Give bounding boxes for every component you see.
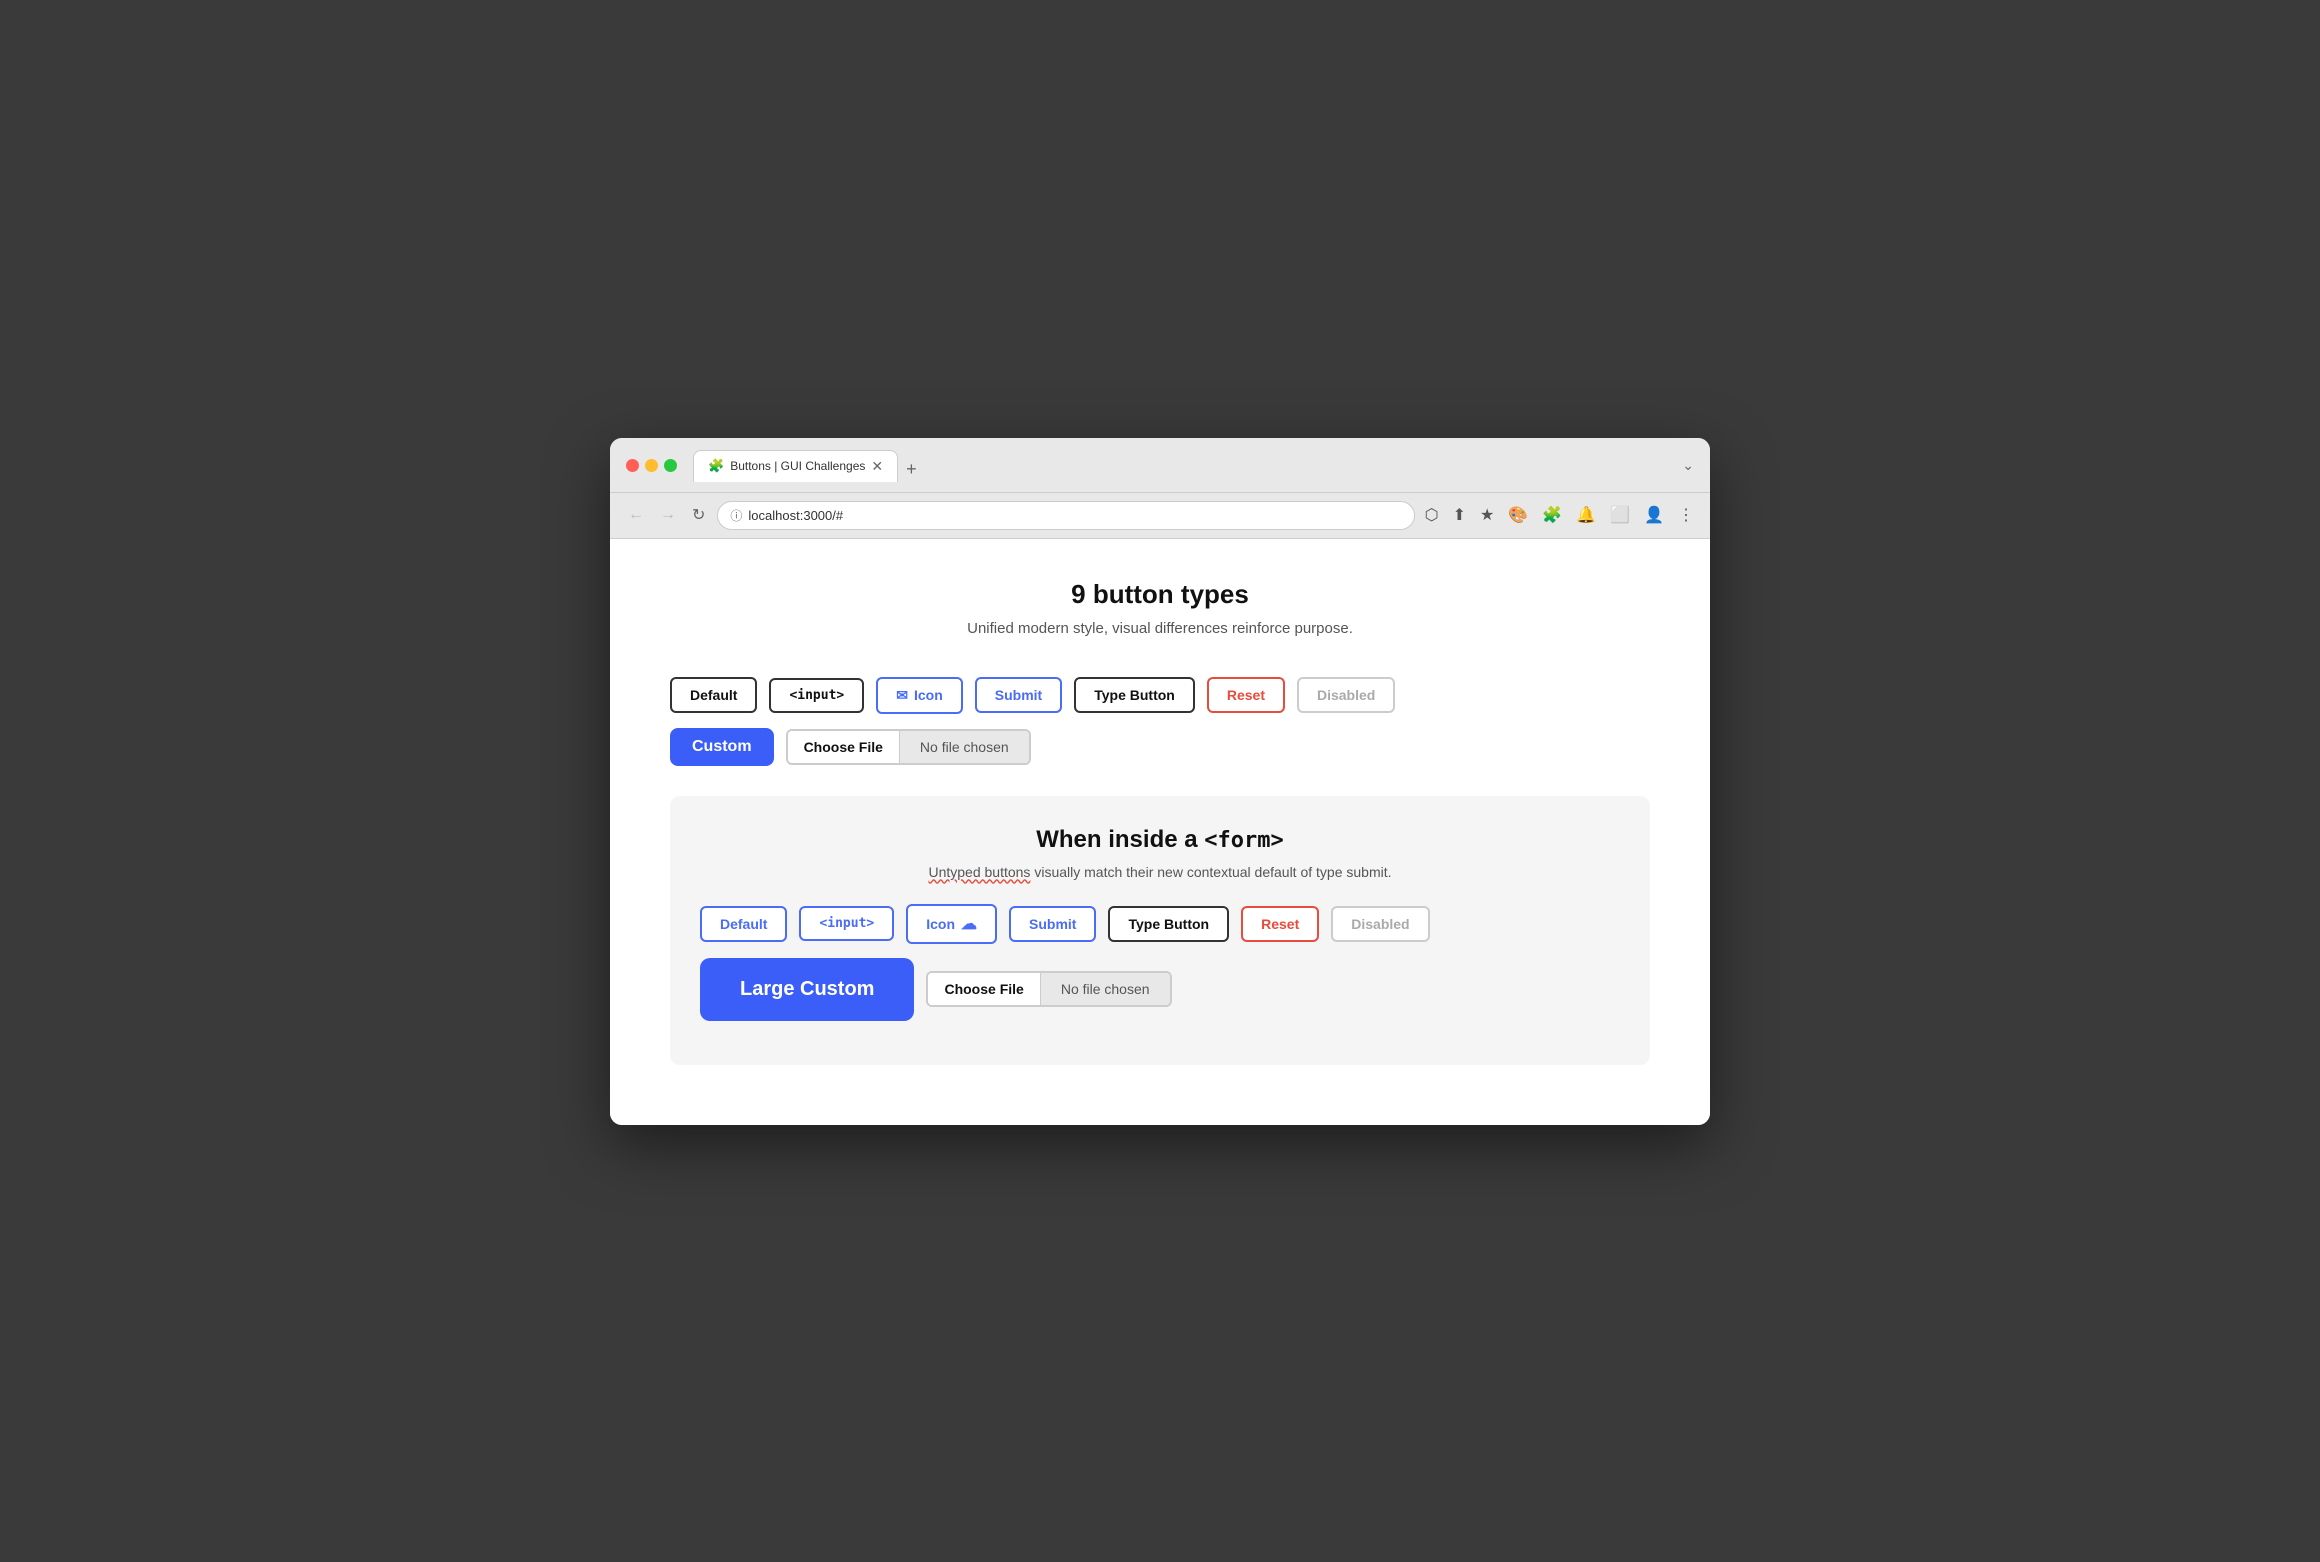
file-input-wrapper[interactable]: Choose File No file chosen [786, 729, 1031, 765]
button-row-2: Custom Choose File No file chosen [670, 728, 1650, 766]
form-default-button[interactable]: Default [700, 906, 787, 942]
large-custom-button[interactable]: Large Custom [700, 958, 914, 1021]
form-submit-button[interactable]: Submit [1009, 906, 1096, 942]
notification-icon[interactable]: 🔔 [1574, 503, 1598, 527]
browser-window: 🧩 Buttons | GUI Challenges ✕ + ⌄ ← → ↻ ⓘ… [610, 438, 1710, 1125]
minimize-button[interactable] [645, 459, 658, 472]
form-file-input-wrapper[interactable]: Choose File No file chosen [926, 971, 1171, 1007]
extensions-icon[interactable]: 🧩 [1540, 503, 1564, 527]
form-type-button[interactable]: Type Button [1108, 906, 1229, 942]
cloud-icon: ☁ [961, 914, 977, 934]
reset-button[interactable]: Reset [1207, 677, 1285, 713]
form-disabled-button: Disabled [1331, 906, 1429, 942]
type-button[interactable]: Type Button [1074, 677, 1195, 713]
profile-icon[interactable]: 👤 [1642, 503, 1666, 527]
disabled-button: Disabled [1297, 677, 1395, 713]
form-icon-button-label: Icon [926, 916, 955, 932]
share-icon[interactable]: ⬆ [1451, 503, 1468, 527]
form-section-subtitle: Untyped buttons visually match their new… [700, 864, 1620, 880]
form-section-title: When inside a <form> [700, 826, 1620, 854]
submit-button[interactable]: Submit [975, 677, 1062, 713]
tabs-chevron: ⌄ [1682, 457, 1694, 474]
custom-button[interactable]: Custom [670, 728, 774, 766]
browser-titlebar: 🧩 Buttons | GUI Challenges ✕ + ⌄ [610, 438, 1710, 493]
tab-close-button[interactable]: ✕ [871, 458, 883, 475]
form-input-button[interactable]: <input> [799, 906, 894, 941]
no-file-label: No file chosen [900, 731, 1029, 763]
menu-icon[interactable]: ⋮ [1676, 503, 1696, 527]
page-content: 9 button types Unified modern style, vis… [610, 539, 1710, 1125]
icon-button-label: Icon [914, 687, 943, 703]
choose-file-button[interactable]: Choose File [788, 731, 900, 763]
form-choose-file-button[interactable]: Choose File [928, 973, 1040, 1005]
color-icon[interactable]: 🎨 [1506, 503, 1530, 527]
default-button[interactable]: Default [670, 677, 757, 713]
new-tab-button[interactable]: + [898, 460, 925, 478]
icon-button[interactable]: ✉ Icon [876, 677, 963, 714]
maximize-button[interactable] [664, 459, 677, 472]
form-section: When inside a <form> Untyped buttons vis… [670, 796, 1650, 1065]
button-row-1: Default <input> ✉ Icon Submit Type Butto… [670, 677, 1650, 714]
subtitle-rest: visually match their new contextual defa… [1030, 864, 1391, 880]
toolbar-actions: ⬡ ⬆ ★ 🎨 🧩 🔔 ⬜ 👤 ⋮ [1423, 503, 1696, 527]
form-title-text: When inside a [1036, 826, 1204, 853]
envelope-icon: ✉ [896, 687, 908, 704]
form-button-row-2: Large Custom Choose File No file chosen [700, 958, 1620, 1021]
back-button[interactable]: ← [624, 504, 648, 526]
page-subtitle: Unified modern style, visual differences… [670, 620, 1650, 637]
close-button[interactable] [626, 459, 639, 472]
open-external-icon[interactable]: ⬡ [1423, 503, 1441, 527]
traffic-lights [626, 459, 677, 472]
page-title: 9 button types [670, 579, 1650, 610]
form-button-row-1: Default <input> Icon ☁ Submit Type Butto… [700, 904, 1620, 944]
form-title-code: <form> [1204, 828, 1283, 853]
sidebar-icon[interactable]: ⬜ [1608, 503, 1632, 527]
form-reset-button[interactable]: Reset [1241, 906, 1319, 942]
browser-toolbar: ← → ↻ ⓘ localhost:3000/# ⬡ ⬆ ★ 🎨 🧩 🔔 ⬜ 👤… [610, 493, 1710, 539]
tab-title: Buttons | GUI Challenges [730, 459, 865, 473]
tab-bar: 🧩 Buttons | GUI Challenges ✕ + [693, 450, 1674, 482]
active-tab[interactable]: 🧩 Buttons | GUI Challenges ✕ [693, 450, 898, 482]
untyped-text: Untyped buttons [928, 864, 1030, 880]
security-icon: ⓘ [730, 507, 742, 524]
form-no-file-label: No file chosen [1041, 973, 1170, 1005]
address-bar[interactable]: ⓘ localhost:3000/# [717, 501, 1414, 530]
form-icon-button[interactable]: Icon ☁ [906, 904, 997, 944]
address-text: localhost:3000/# [748, 508, 843, 523]
input-button[interactable]: <input> [769, 678, 864, 713]
forward-button[interactable]: → [656, 504, 680, 526]
tab-favicon: 🧩 [708, 458, 724, 474]
reload-button[interactable]: ↻ [688, 503, 709, 527]
bookmark-icon[interactable]: ★ [1478, 503, 1496, 527]
